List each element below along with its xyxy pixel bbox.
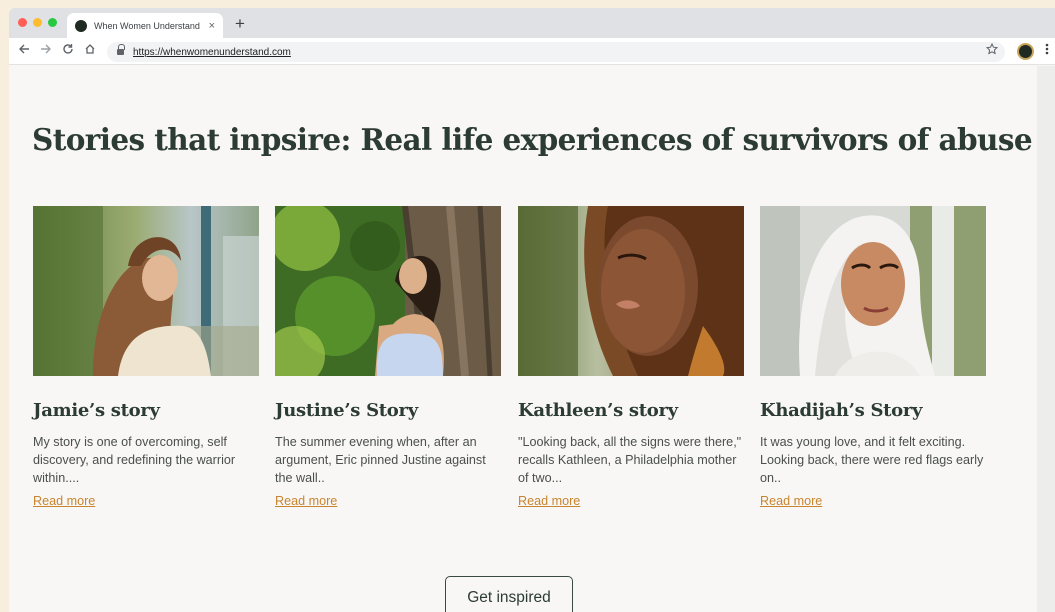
address-bar[interactable]: https://whenwomenunderstand.com <box>107 42 1005 62</box>
browser-window: When Women Understand × + https://whenwo… <box>9 8 1055 612</box>
story-photo-kathleen[interactable] <box>518 206 744 376</box>
story-card-kathleen: Kathleen’s story "Looking back, all the … <box>518 206 744 510</box>
tab-bar: When Women Understand × + <box>9 8 1055 38</box>
story-card-justine: Justine’s Story The summer evening when,… <box>275 206 501 510</box>
tab-title: When Women Understand <box>94 20 200 31</box>
home-icon[interactable] <box>84 43 96 59</box>
maximize-window-button[interactable] <box>48 18 57 27</box>
new-tab-button[interactable]: + <box>235 14 245 34</box>
story-card-jamie: Jamie’s story My story is one of overcom… <box>33 206 259 510</box>
story-excerpt: My story is one of overcoming, self disc… <box>33 435 236 485</box>
arrow-left-icon[interactable] <box>18 43 30 59</box>
story-excerpt: It was young love, and it felt exciting.… <box>760 435 984 485</box>
story-photo-jamie[interactable] <box>33 206 259 376</box>
window-controls <box>18 18 57 27</box>
site-favicon-icon <box>75 19 87 32</box>
story-photo-khadijah[interactable] <box>760 206 986 376</box>
get-inspired-button[interactable]: Get inspired <box>445 576 573 612</box>
browser-tab-active[interactable]: When Women Understand × <box>67 13 223 38</box>
reload-icon[interactable] <box>62 43 74 59</box>
story-title: Jamie’s story <box>33 400 160 421</box>
star-icon[interactable] <box>985 42 999 58</box>
read-more-link[interactable]: Read more <box>760 494 822 508</box>
story-photo-justine[interactable] <box>275 206 501 376</box>
story-title: Justine’s Story <box>275 400 418 421</box>
page-title: Stories that inpsire: Real life experien… <box>32 122 1033 157</box>
close-window-button[interactable] <box>18 18 27 27</box>
story-card-khadijah: Khadijah’s Story It was young love, and … <box>760 206 986 510</box>
minimize-window-button[interactable] <box>33 18 42 27</box>
tab-close-icon[interactable]: × <box>209 20 215 32</box>
browser-toolbar: https://whenwomenunderstand.com <box>9 38 1055 65</box>
read-more-link[interactable]: Read more <box>518 494 580 508</box>
page-scrollbar[interactable] <box>1037 66 1055 612</box>
arrow-right-icon[interactable] <box>40 43 52 59</box>
story-title: Kathleen’s story <box>518 400 678 421</box>
kebab-menu-icon[interactable] <box>1045 43 1049 58</box>
url-text[interactable]: https://whenwomenunderstand.com <box>133 47 291 58</box>
lock-icon <box>117 44 125 56</box>
page-content: Stories that inpsire: Real life experien… <box>9 66 1037 612</box>
profile-avatar[interactable] <box>1017 43 1034 60</box>
read-more-link[interactable]: Read more <box>33 494 95 508</box>
read-more-link[interactable]: Read more <box>275 494 337 508</box>
story-excerpt: "Looking back, all the signs were there,… <box>518 435 742 485</box>
story-excerpt: The summer evening when, after an argume… <box>275 435 486 485</box>
story-title: Khadijah’s Story <box>760 400 923 421</box>
